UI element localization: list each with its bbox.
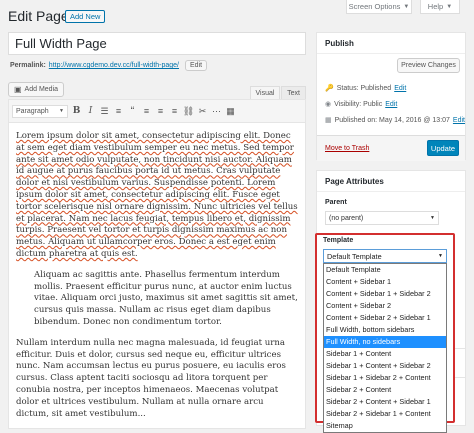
status-edit-link[interactable]: Edit bbox=[394, 85, 406, 92]
parent-label: Parent bbox=[325, 199, 347, 206]
visibility-row: ◉ Visibility: Public Edit bbox=[325, 100, 397, 109]
page-attributes-title: Page Attributes bbox=[325, 176, 384, 186]
paragraph-1: Lorem ipsum dolor sit amet, consectetur … bbox=[16, 131, 298, 261]
template-option[interactable]: Sidebar 2 + Content bbox=[324, 384, 446, 396]
help-label: Help bbox=[427, 2, 444, 11]
template-option[interactable]: Content + Sidebar 2 + Sidebar 1 bbox=[324, 312, 446, 324]
permalink-row: Permalink: http://www.cgdemo.dev.cc/full… bbox=[10, 60, 208, 71]
template-option[interactable]: Sitemap bbox=[324, 420, 446, 432]
template-option[interactable]: Full Width, no sidebars bbox=[324, 336, 446, 348]
blockquote: Aliquam ac sagittis ante. Phasellus ferm… bbox=[34, 270, 298, 329]
status-row: 🔑 Status: Published Edit bbox=[325, 84, 406, 93]
format-select[interactable]: Paragraph ▼ bbox=[12, 104, 68, 118]
template-select[interactable]: Default Template ▼ bbox=[323, 249, 447, 263]
italic-icon[interactable]: I bbox=[85, 104, 96, 118]
visibility-edit-link[interactable]: Edit bbox=[385, 101, 397, 108]
published-edit-link[interactable]: Edit bbox=[453, 117, 465, 124]
move-to-trash-link[interactable]: Move to Trash bbox=[325, 145, 369, 152]
publish-actions: Move to Trash Update bbox=[317, 135, 465, 161]
paragraph-2: Nullam interdum nulla nec magna malesuad… bbox=[16, 338, 298, 421]
add-media-label: Add Media bbox=[24, 86, 59, 93]
update-button[interactable]: Update bbox=[427, 140, 459, 156]
preview-changes-button[interactable]: Preview Changes bbox=[397, 58, 460, 73]
editor-toolbar: Paragraph ▼ B I ☰ ≡ “ ≡ ≡ ≡ ⛓ ✂ ⋯ ▦ bbox=[9, 100, 305, 123]
template-label: Template bbox=[323, 237, 354, 244]
chevron-down-icon: ▼ bbox=[446, 3, 453, 10]
published-text: Published on: May 14, 2016 @ 13:07 bbox=[334, 116, 450, 124]
read-more-icon[interactable]: ⋯ bbox=[211, 104, 222, 118]
template-option[interactable]: Full Width, bottom sidebars bbox=[324, 324, 446, 336]
template-dropdown-list[interactable]: Default Template Content + Sidebar 1 Conte… bbox=[323, 263, 447, 433]
tab-visual[interactable]: Visual bbox=[250, 86, 280, 99]
template-select-value: Default Template bbox=[327, 251, 382, 261]
chevron-down-icon: ▼ bbox=[59, 108, 64, 114]
template-option[interactable]: Sidebar 1 + Sidebar 2 + Content bbox=[324, 372, 446, 384]
published-row: ▦ Published on: May 14, 2016 @ 13:07 Edi… bbox=[325, 116, 465, 125]
add-media-button[interactable]: ▣ Add Media bbox=[8, 82, 64, 97]
chevron-down-icon: ▼ bbox=[430, 215, 435, 221]
blockquote-icon[interactable]: “ bbox=[127, 104, 138, 118]
media-icon: ▣ bbox=[13, 85, 22, 94]
align-right-icon[interactable]: ≡ bbox=[169, 104, 180, 118]
publish-box: Publish Preview Changes 🔑 Status: Publis… bbox=[316, 32, 466, 161]
unlink-icon[interactable]: ✂ bbox=[197, 104, 208, 118]
numbered-list-icon[interactable]: ≡ bbox=[113, 104, 124, 118]
key-icon: 🔑 bbox=[325, 85, 334, 92]
link-icon[interactable]: ⛓ bbox=[183, 104, 194, 118]
status-text: Status: Published bbox=[336, 84, 392, 92]
page-title: Edit Page bbox=[8, 8, 69, 24]
screen-options-button[interactable]: Screen Options ▼ bbox=[346, 0, 412, 14]
chevron-down-icon: ▼ bbox=[438, 253, 443, 259]
blockquote-text: Aliquam ac sagittis ante. Phasellus ferm… bbox=[34, 269, 298, 327]
template-option[interactable]: Sidebar 2 + Sidebar 1 + Content bbox=[324, 408, 446, 420]
permalink-edit-button[interactable]: Edit bbox=[185, 60, 208, 71]
template-option[interactable]: Default Template bbox=[324, 264, 446, 276]
tab-text-label: Text bbox=[287, 89, 300, 97]
add-new-button[interactable]: Add New bbox=[65, 10, 106, 23]
template-option[interactable]: Sidebar 1 + Content bbox=[324, 348, 446, 360]
parent-select-value: (no parent) bbox=[329, 214, 364, 222]
bullet-list-icon[interactable]: ☰ bbox=[99, 104, 110, 118]
paragraph-1-text: Lorem ipsum dolor sit amet, consectetur … bbox=[16, 131, 298, 259]
visibility-text: Visibility: Public bbox=[334, 100, 383, 108]
calendar-icon: ▦ bbox=[325, 117, 332, 124]
editor-content[interactable]: Lorem ipsum dolor sit amet, consectetur … bbox=[9, 123, 305, 420]
post-title-value: Full Width Page bbox=[15, 36, 107, 51]
template-option[interactable]: Content + Sidebar 2 bbox=[324, 300, 446, 312]
toolbar-toggle-icon[interactable]: ▦ bbox=[225, 104, 236, 118]
bold-icon[interactable]: B bbox=[71, 104, 82, 118]
publish-title: Publish bbox=[325, 38, 354, 48]
eye-icon: ◉ bbox=[325, 101, 332, 108]
page-attributes-header: Page Attributes bbox=[317, 171, 465, 192]
chevron-down-icon: ▼ bbox=[403, 3, 410, 10]
align-center-icon[interactable]: ≡ bbox=[155, 104, 166, 118]
help-button[interactable]: Help ▼ bbox=[420, 0, 460, 14]
tab-text[interactable]: Text bbox=[281, 86, 306, 99]
parent-select[interactable]: (no parent) ▼ bbox=[325, 211, 439, 225]
tab-visual-label: Visual bbox=[255, 89, 275, 97]
editor: Paragraph ▼ B I ☰ ≡ “ ≡ ≡ ≡ ⛓ ✂ ⋯ ▦ Lore… bbox=[8, 99, 306, 429]
template-option[interactable]: Content + Sidebar 1 bbox=[324, 276, 446, 288]
template-option[interactable]: Sidebar 2 + Content + Sidebar 1 bbox=[324, 396, 446, 408]
publish-header: Publish bbox=[317, 33, 465, 54]
post-title-input[interactable]: Full Width Page bbox=[8, 32, 306, 55]
template-option[interactable]: Sidebar 1 + Content + Sidebar 2 bbox=[324, 360, 446, 372]
template-option[interactable]: Content + Sidebar 1 + Sidebar 2 bbox=[324, 288, 446, 300]
format-select-value: Paragraph bbox=[16, 107, 49, 115]
screen-options-label: Screen Options bbox=[348, 2, 401, 11]
align-left-icon[interactable]: ≡ bbox=[141, 104, 152, 118]
permalink-url[interactable]: http://www.cgdemo.dev.cc/full-width-page… bbox=[49, 62, 179, 69]
permalink-label: Permalink: bbox=[10, 62, 46, 69]
paragraph-2-text: Nullam interdum nulla nec magna malesuad… bbox=[16, 337, 286, 419]
